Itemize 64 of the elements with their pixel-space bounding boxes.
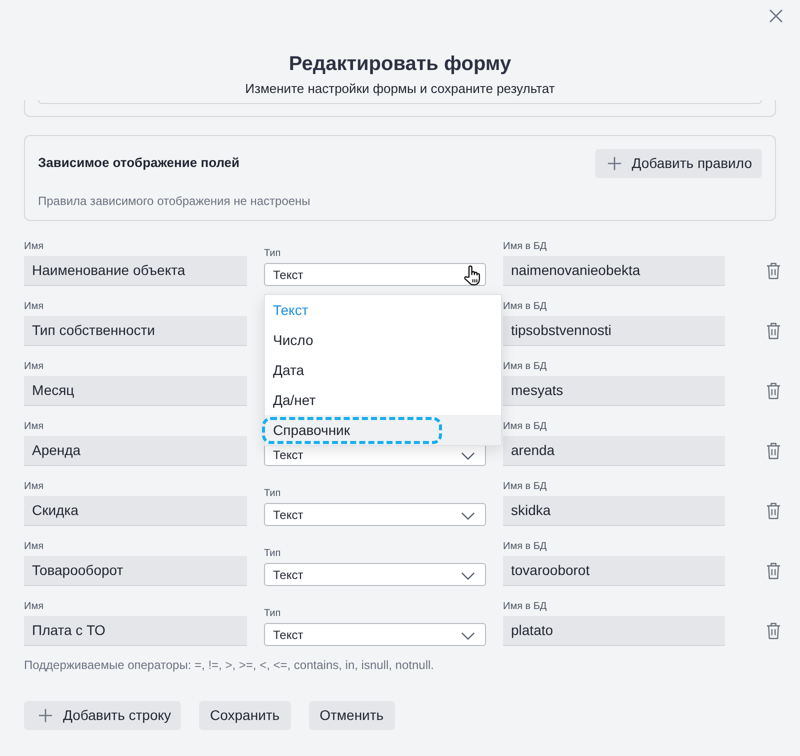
- field-label: Имя в БД: [503, 301, 548, 313]
- field-label: Имя: [24, 541, 44, 553]
- plus-icon: [38, 708, 53, 723]
- field-label: Тип: [264, 548, 282, 560]
- name-input[interactable]: Наименование объекта: [24, 256, 247, 286]
- field-label: Имя в БД: [503, 541, 548, 553]
- chevron-down-icon: [461, 512, 475, 520]
- action-button[interactable]: Сохранить: [199, 701, 291, 730]
- dropdown-option[interactable]: Да/нет: [265, 385, 501, 415]
- type-select[interactable]: Текст: [264, 263, 486, 286]
- name-input[interactable]: Аренда: [24, 436, 247, 466]
- db-name-input[interactable]: mesyats: [503, 376, 725, 406]
- field-label: Имя в БД: [503, 601, 548, 613]
- chevron-down-icon: [461, 632, 475, 640]
- db-name-input[interactable]: platato: [503, 616, 725, 646]
- dropdown-option[interactable]: Справочник: [265, 415, 501, 445]
- field-label: Тип: [264, 608, 282, 620]
- trash-icon[interactable]: [766, 442, 781, 460]
- db-name-input[interactable]: skidka: [503, 496, 725, 526]
- db-name-input[interactable]: arenda: [503, 436, 725, 466]
- add-rule-button[interactable]: Добавить правило: [594, 148, 762, 178]
- field-label: Имя: [24, 241, 44, 253]
- type-select[interactable]: Текст: [264, 563, 486, 586]
- field-label: Имя: [24, 421, 44, 433]
- field-label: Тип: [264, 488, 282, 500]
- type-select[interactable]: Текст: [264, 623, 486, 646]
- field-label: Имя в БД: [503, 421, 548, 433]
- db-name-input[interactable]: tipsobstvennosti: [503, 316, 725, 346]
- trash-icon[interactable]: [766, 502, 781, 520]
- name-input[interactable]: Товарооборот: [24, 556, 247, 586]
- field-label: Имя в БД: [503, 481, 548, 493]
- name-input[interactable]: Скидка: [24, 496, 247, 526]
- close-icon[interactable]: [769, 9, 783, 23]
- field-label: Имя: [24, 481, 44, 493]
- trash-icon[interactable]: [766, 262, 781, 280]
- trash-icon[interactable]: [766, 622, 781, 640]
- operators-note: Поддерживаемые операторы: =, !=, >, >=, <, <=, contains, in, isnull, notnull.: [24, 657, 436, 673]
- type-select[interactable]: Текст: [264, 503, 486, 526]
- db-name-input[interactable]: tovarooborot: [503, 556, 725, 586]
- plus-icon: [606, 156, 622, 170]
- field-label: Тип: [264, 248, 282, 260]
- trash-icon[interactable]: [766, 562, 781, 580]
- trash-icon[interactable]: [766, 382, 781, 400]
- hand-cursor-icon: [463, 265, 482, 286]
- chevron-down-icon: [461, 572, 475, 580]
- field-label: Имя: [24, 301, 44, 313]
- field-label: Имя: [24, 361, 44, 373]
- section-title: Зависимое отображение полей: [38, 154, 240, 172]
- add-row-button[interactable]: Добавить строку: [24, 701, 182, 730]
- chevron-down-icon: [461, 452, 475, 460]
- dropdown-option[interactable]: Дата: [265, 355, 501, 385]
- action-button[interactable]: Отменить: [308, 701, 395, 730]
- dropdown-option[interactable]: Число: [265, 325, 501, 355]
- empty-rules-text: Правила зависимого отображения не настроены: [38, 193, 312, 209]
- field-label: Имя: [24, 601, 44, 613]
- name-input[interactable]: Плата с ТО: [24, 616, 247, 646]
- dialog-subtitle: Измените настройки формы и сохраните результат: [245, 80, 555, 98]
- db-name-input[interactable]: naimenovanieobekta: [503, 256, 725, 286]
- field-label: Имя в БД: [503, 241, 548, 253]
- trash-icon[interactable]: [766, 322, 781, 340]
- field-label: Имя в БД: [503, 361, 548, 373]
- name-input[interactable]: Тип собственности: [24, 316, 247, 346]
- name-input[interactable]: Месяц: [24, 376, 247, 406]
- dialog-title: Редактировать форму: [288, 52, 512, 77]
